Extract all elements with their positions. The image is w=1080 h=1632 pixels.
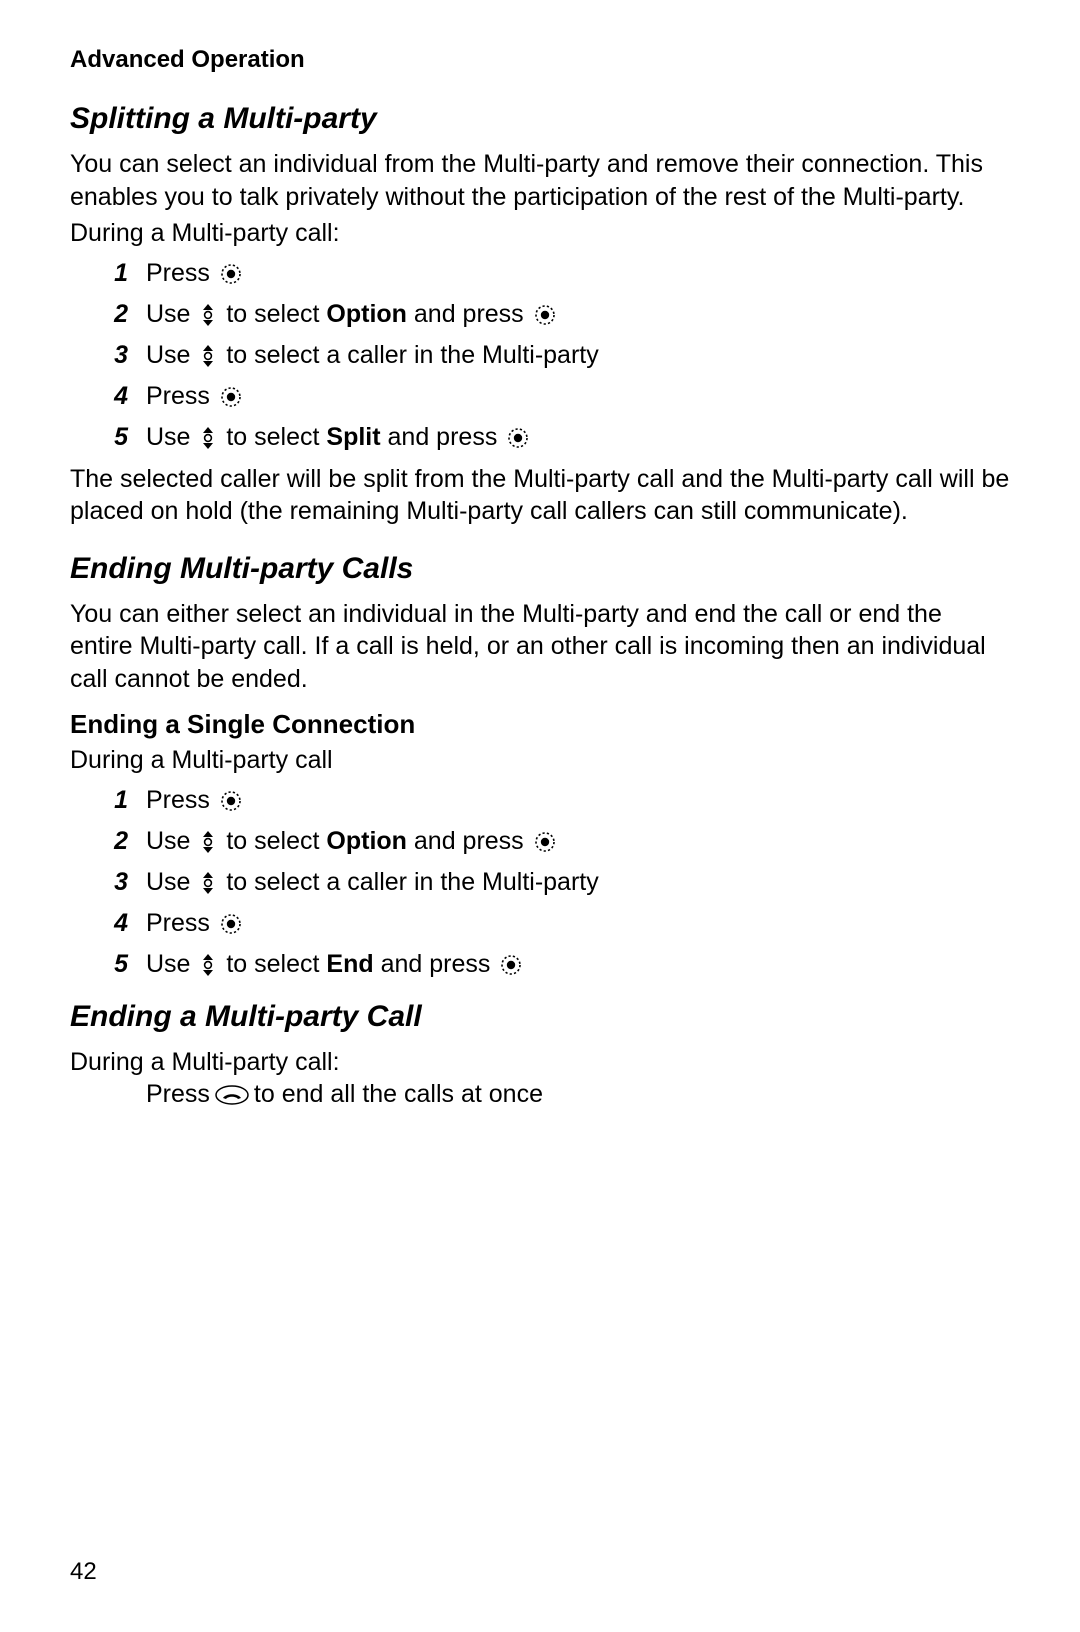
step-text: Press xyxy=(146,256,1010,291)
select-button-icon xyxy=(534,304,556,326)
end-all-step: Press to end all the calls at once xyxy=(70,1080,1010,1109)
step: 3 Use to select a caller in the Multi-pa… xyxy=(70,865,1010,900)
text: Press xyxy=(146,909,217,937)
step-number: 4 xyxy=(70,379,146,414)
text: Use xyxy=(146,868,197,896)
text: to select xyxy=(219,827,326,855)
text: Press xyxy=(146,259,217,287)
text: Press xyxy=(146,786,217,814)
end-all-lead: During a Multi-party call: xyxy=(70,1046,1010,1079)
step-text: Press xyxy=(146,379,1010,414)
text: to select a caller in the Multi-party xyxy=(219,341,598,369)
text: Use xyxy=(146,827,197,855)
bold-text: Option xyxy=(326,827,407,855)
step-number: 4 xyxy=(70,906,146,941)
select-button-icon xyxy=(220,913,242,935)
text: and press xyxy=(381,423,505,451)
nav-up-down-icon xyxy=(200,953,216,977)
text: Use xyxy=(146,300,197,328)
end-single-lead: During a Multi-party call xyxy=(70,744,1010,777)
bold-text: Option xyxy=(326,300,407,328)
select-button-icon xyxy=(534,831,556,853)
bold-text: End xyxy=(326,950,373,978)
select-button-icon xyxy=(507,427,529,449)
step: 3 Use to select a caller in the Multi-pa… xyxy=(70,338,1010,373)
page-header: Advanced Operation xyxy=(70,46,1010,74)
step: 4 Press xyxy=(70,906,1010,941)
split-tail: The selected caller will be split from t… xyxy=(70,463,1010,528)
step-number: 3 xyxy=(70,338,146,373)
select-button-icon xyxy=(500,954,522,976)
nav-up-down-icon xyxy=(200,871,216,895)
step-text: Press xyxy=(146,906,1010,941)
section-title-splitting: Splitting a Multi-party xyxy=(70,102,1010,136)
step-text: Use to select Split and press xyxy=(146,420,1010,455)
step-number: 1 xyxy=(70,783,146,818)
select-button-icon xyxy=(220,790,242,812)
split-lead: During a Multi-party call: xyxy=(70,217,1010,250)
split-steps: 1 Press 2 Use to select Option and press… xyxy=(70,256,1010,455)
text: and press xyxy=(407,827,531,855)
step: 1 Press xyxy=(70,783,1010,818)
step-number: 2 xyxy=(70,297,146,332)
step: 2 Use to select Option and press xyxy=(70,824,1010,859)
section-title-ending-multi: Ending Multi-party Calls xyxy=(70,552,1010,586)
text: and press xyxy=(374,950,498,978)
text: Press xyxy=(146,382,217,410)
end-call-button-icon xyxy=(215,1085,249,1105)
step: 5 Use to select End and press xyxy=(70,947,1010,982)
nav-up-down-icon xyxy=(200,426,216,450)
text: Use xyxy=(146,341,197,369)
subsection-title-ending-single: Ending a Single Connection xyxy=(70,709,1010,740)
end-multi-intro: You can either select an individual in t… xyxy=(70,598,1010,696)
step: 1 Press xyxy=(70,256,1010,291)
split-intro: You can select an individual from the Mu… xyxy=(70,148,1010,213)
step-text: Use to select Option and press xyxy=(146,297,1010,332)
nav-up-down-icon xyxy=(200,344,216,368)
bold-text: Split xyxy=(326,423,380,451)
text: to select xyxy=(219,950,326,978)
select-button-icon xyxy=(220,386,242,408)
page-number: 42 xyxy=(70,1558,97,1586)
step-number: 2 xyxy=(70,824,146,859)
text: and press xyxy=(407,300,531,328)
text: to end all the calls at once xyxy=(254,1080,543,1109)
text: to select xyxy=(219,423,326,451)
nav-up-down-icon xyxy=(200,830,216,854)
step-text: Use to select Option and press xyxy=(146,824,1010,859)
step-text: Use to select a caller in the Multi-part… xyxy=(146,338,1010,373)
text: to select xyxy=(219,300,326,328)
step-text: Press xyxy=(146,783,1010,818)
end-single-steps: 1 Press 2 Use to select Option and press… xyxy=(70,783,1010,982)
step-text: Use to select End and press xyxy=(146,947,1010,982)
text: Use xyxy=(146,423,197,451)
step: 4 Press xyxy=(70,379,1010,414)
step-text: Use to select a caller in the Multi-part… xyxy=(146,865,1010,900)
step: 2 Use to select Option and press xyxy=(70,297,1010,332)
step-number: 3 xyxy=(70,865,146,900)
step-number: 5 xyxy=(70,420,146,455)
nav-up-down-icon xyxy=(200,303,216,327)
select-button-icon xyxy=(220,263,242,285)
step: 5 Use to select Split and press xyxy=(70,420,1010,455)
text: Press xyxy=(146,1080,210,1109)
text: to select a caller in the Multi-party xyxy=(219,868,598,896)
step-number: 1 xyxy=(70,256,146,291)
text: Use xyxy=(146,950,197,978)
section-title-ending-all: Ending a Multi-party Call xyxy=(70,1000,1010,1034)
step-number: 5 xyxy=(70,947,146,982)
